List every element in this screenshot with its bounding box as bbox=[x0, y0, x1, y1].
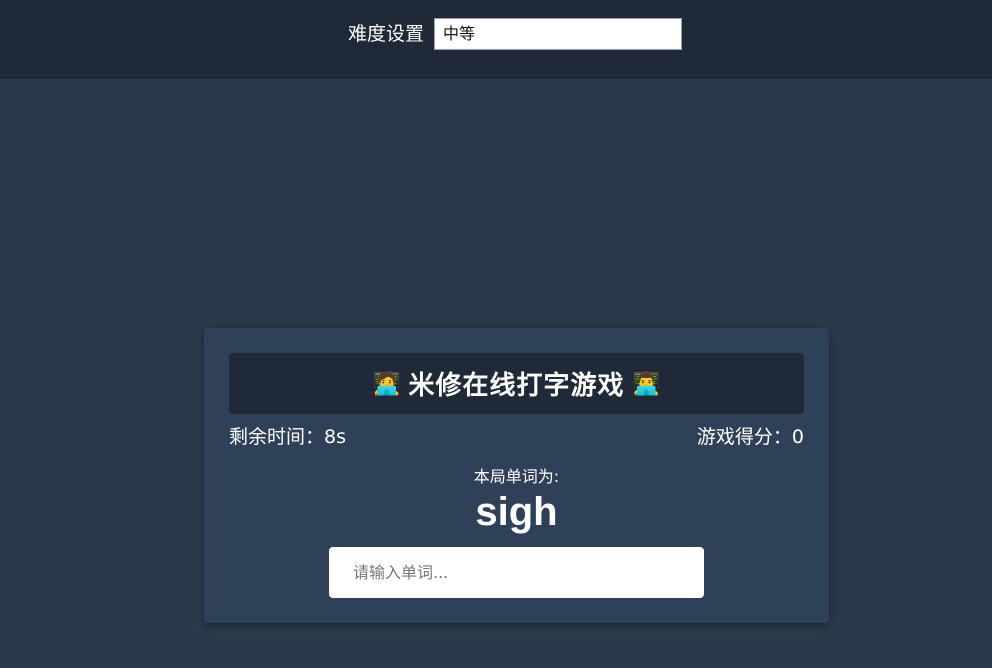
settings-bar: 难度设置 中等 bbox=[0, 0, 992, 79]
word-label: 本局单词为: bbox=[473, 467, 560, 486]
man-technologist-icon: 👨‍💻 bbox=[632, 372, 660, 397]
game-title: 米修在线打字游戏 bbox=[408, 371, 625, 401]
current-word: sigh bbox=[475, 490, 558, 534]
score-label: 游戏得分： bbox=[696, 426, 792, 448]
score-value: 0 bbox=[791, 426, 804, 448]
word-input[interactable] bbox=[329, 547, 704, 598]
time-label: 剩余时间： bbox=[229, 426, 325, 448]
difficulty-label: 难度设置 bbox=[348, 23, 425, 45]
title-banner: 🧑‍💻 米修在线打字游戏 👨‍💻 bbox=[229, 353, 804, 414]
game-score: 游戏得分：0 bbox=[697, 425, 804, 449]
technologist-icon: 🧑‍💻 bbox=[373, 372, 401, 397]
difficulty-select[interactable]: 中等 bbox=[434, 18, 682, 50]
time-remaining: 剩余时间：8s bbox=[229, 425, 346, 449]
time-value: 8s bbox=[324, 426, 347, 448]
game-card: 🧑‍💻 米修在线打字游戏 👨‍💻 剩余时间：8s 游戏得分：0 本局单词为: s… bbox=[204, 328, 829, 623]
